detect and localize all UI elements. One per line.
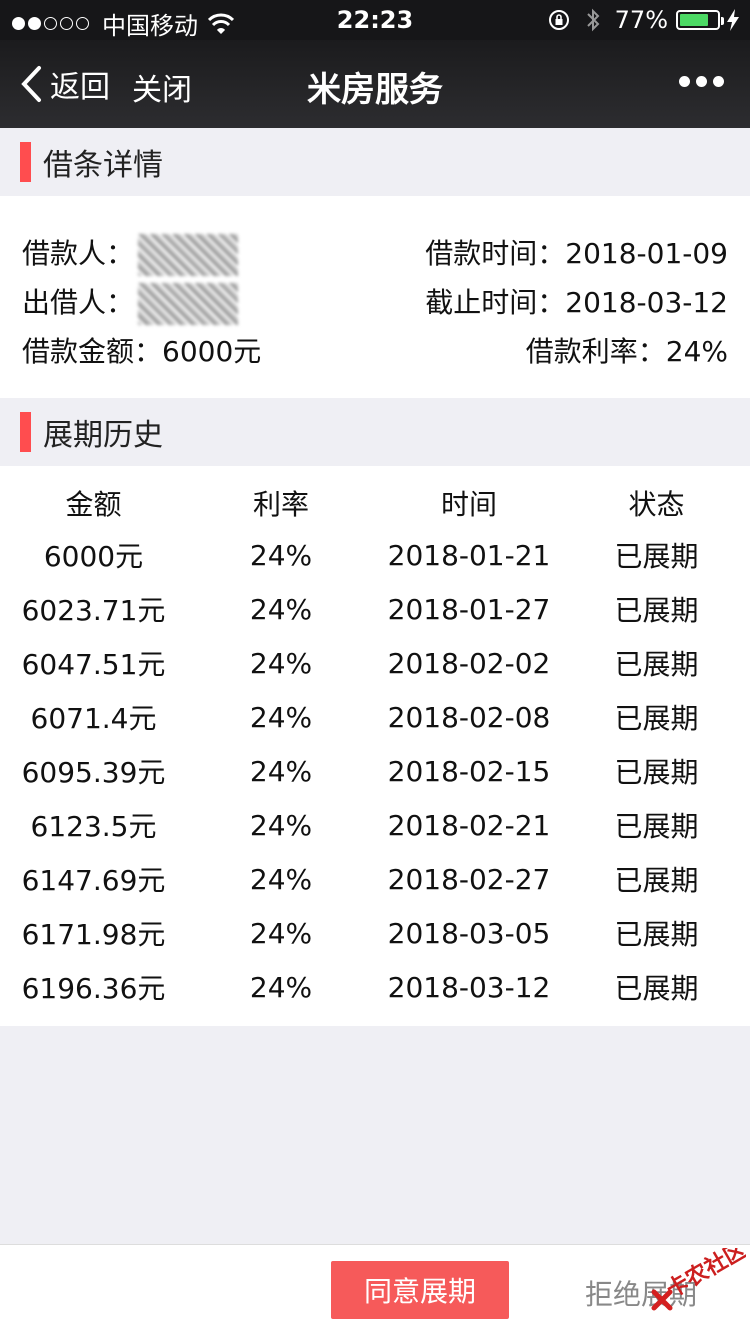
history-card: 金额 利率 时间 状态 6000元 24% 2018-01-21 已展期 602…: [0, 466, 750, 1026]
history-table: 金额 利率 时间 状态 6000元 24% 2018-01-21 已展期 602…: [0, 478, 750, 1014]
rate-field: 借款利率：24%: [526, 330, 728, 370]
cell-amount: 6147.69元: [21, 864, 166, 897]
battery-fill: [680, 14, 708, 26]
agree-extension-button[interactable]: 同意展期: [331, 1261, 509, 1319]
charging-icon: [727, 9, 739, 31]
cell-status: 已展期: [614, 864, 699, 897]
amount-label: 借款金额：: [22, 335, 163, 368]
page-title: 米房服务: [307, 70, 443, 110]
cell-amount: 6071.4元: [30, 702, 157, 735]
table-row: 6000元 24% 2018-01-21 已展期: [0, 528, 750, 582]
cell-time: 2018-03-12: [387, 970, 551, 1004]
cell-time: 2018-02-15: [387, 754, 551, 788]
section-accent-bar: [20, 142, 31, 182]
cell-rate: 24%: [249, 538, 313, 572]
rate-value: 24%: [665, 335, 728, 368]
cell-amount: 6000元: [43, 540, 144, 573]
deadline-value: 2018-03-12: [565, 286, 728, 319]
cell-rate: 24%: [249, 808, 313, 842]
table-header-row: 金额 利率 时间 状态: [0, 478, 750, 528]
column-header-rate: 利率: [252, 488, 309, 521]
cell-rate: 24%: [249, 646, 313, 680]
rate-label: 借款利率：: [525, 335, 666, 368]
more-icon[interactable]: [673, 76, 724, 87]
watermark-text: 卡农社区: [662, 1248, 746, 1303]
lender-field: 出借人：: [22, 281, 239, 325]
cell-status: 已展期: [614, 540, 699, 573]
cell-time: 2018-02-02: [387, 646, 551, 680]
table-row: 6023.71元 24% 2018-01-27 已展期: [0, 582, 750, 636]
deadline-label: 截止时间：: [425, 286, 566, 319]
column-header-time: 时间: [440, 488, 497, 521]
cell-status: 已展期: [614, 648, 699, 681]
cell-status: 已展期: [614, 810, 699, 843]
table-row: 6171.98元 24% 2018-03-05 已展期: [0, 906, 750, 960]
section-title: 借条详情: [43, 148, 163, 183]
section-accent-bar: [20, 412, 31, 452]
redacted-lender-name: [138, 283, 239, 325]
nav-bar: 返回 关闭 米房服务: [0, 40, 750, 128]
table-row: 6196.36元 24% 2018-03-12 已展期: [0, 960, 750, 1014]
battery-icon: [676, 10, 724, 30]
deadline-field: 截止时间：2018-03-12: [425, 281, 728, 321]
status-bar: 中国移动 22:23 77%: [0, 0, 750, 40]
table-row: 6095.39元 24% 2018-02-15 已展期: [0, 744, 750, 798]
battery-percent: 77%: [614, 6, 668, 34]
cell-time: 2018-03-05: [387, 916, 551, 950]
cell-rate: 24%: [249, 754, 313, 788]
cell-rate: 24%: [249, 592, 313, 626]
cell-amount: 6123.5元: [30, 810, 157, 843]
cell-amount: 6023.71元: [21, 594, 166, 627]
cell-status: 已展期: [614, 756, 699, 789]
cell-status: 已展期: [614, 702, 699, 735]
cell-amount: 6171.98元: [21, 918, 166, 951]
cell-time: 2018-01-21: [387, 538, 551, 572]
loan-time-label: 借款时间：: [425, 237, 566, 270]
cell-status: 已展期: [614, 972, 699, 1005]
info-row: 借款金额：6000元 借款利率：24%: [0, 322, 750, 372]
cell-time: 2018-02-27: [387, 862, 551, 896]
borrower-field: 借款人：: [22, 232, 239, 276]
cell-rate: 24%: [249, 862, 313, 896]
watermark-logo: 卡农社区: [651, 1248, 746, 1311]
status-right: 77%: [547, 6, 740, 34]
amount-field: 借款金额：6000元: [22, 330, 261, 370]
history-header: 展期历史: [0, 398, 750, 466]
amount-value: 6000元: [162, 335, 262, 368]
cell-status: 已展期: [614, 918, 699, 951]
loan-time-value: 2018-01-09: [565, 237, 728, 270]
cell-amount: 6095.39元: [21, 756, 166, 789]
loan-detail-card: 借款人： 借款时间：2018-01-09 出借人： 截止时间：2018-03-1…: [0, 196, 750, 398]
info-row: 出借人： 截止时间：2018-03-12: [0, 273, 750, 325]
cell-rate: 24%: [249, 916, 313, 950]
borrower-label: 借款人：: [22, 237, 135, 270]
cell-time: 2018-02-08: [387, 700, 551, 734]
bluetooth-icon: [586, 8, 600, 32]
bottom-action-bar: 同意展期 拒绝展期: [0, 1244, 750, 1334]
section-title: 展期历史: [43, 418, 163, 453]
lender-label: 出借人：: [22, 286, 135, 319]
info-row: 借款人： 借款时间：2018-01-09: [0, 224, 750, 276]
table-row: 6071.4元 24% 2018-02-08 已展期: [0, 690, 750, 744]
redacted-borrower-name: [138, 234, 239, 276]
table-row: 6123.5元 24% 2018-02-21 已展期: [0, 798, 750, 852]
loan-time-field: 借款时间：2018-01-09: [425, 232, 728, 272]
cell-status: 已展期: [614, 594, 699, 627]
cell-time: 2018-02-21: [387, 808, 551, 842]
loan-detail-header: 借条详情: [0, 128, 750, 196]
cell-rate: 24%: [249, 700, 313, 734]
column-header-status: 状态: [628, 488, 685, 521]
cell-amount: 6047.51元: [21, 648, 166, 681]
table-row: 6147.69元 24% 2018-02-27 已展期: [0, 852, 750, 906]
table-row: 6047.51元 24% 2018-02-02 已展期: [0, 636, 750, 690]
column-header-amount: 金额: [65, 488, 122, 521]
cell-amount: 6196.36元: [21, 972, 166, 1005]
cell-rate: 24%: [249, 970, 313, 1004]
rotation-lock-icon: [548, 10, 569, 30]
cell-time: 2018-01-27: [387, 592, 551, 626]
